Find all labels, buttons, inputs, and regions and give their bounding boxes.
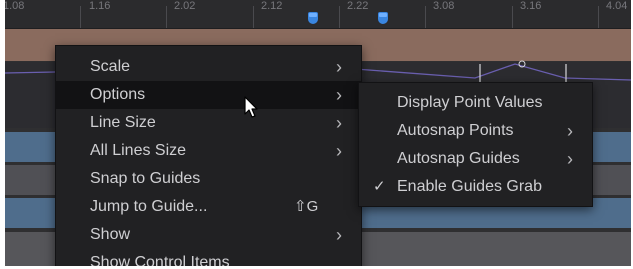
ruler-tick-label: 3.08	[433, 0, 455, 12]
menu-item-scale[interactable]: Scale ›	[56, 53, 361, 81]
ruler-tick-label: 2.12	[261, 0, 283, 12]
ruler-tick	[80, 6, 81, 28]
mouse-pointer-icon	[244, 96, 258, 118]
menu-item-label: Show Control Items	[90, 254, 230, 266]
chevron-right-icon: ›	[336, 141, 342, 161]
menu-item-label: Display Point Values	[397, 94, 543, 111]
timeline-ruler[interactable]: 1.08 1.16 2.02 2.12 2.22 3.08 3.16 4.04	[5, 0, 631, 29]
checkmark-icon: ✓	[373, 178, 386, 195]
options-submenu: Display Point Values Autosnap Points › A…	[358, 82, 593, 207]
menu-item-label: Snap to Guides	[90, 170, 201, 187]
guide-marker-icon[interactable]	[378, 12, 388, 24]
menu-item-all-lines-size[interactable]: All Lines Size ›	[56, 137, 361, 165]
ruler-tick-label: 2.02	[174, 0, 196, 12]
ruler-tick-label: 4.04	[606, 0, 628, 12]
menu-item-label: Scale	[90, 58, 131, 75]
menu-item-show[interactable]: Show ›	[56, 221, 361, 249]
chevron-right-icon: ›	[336, 225, 342, 245]
menu-item-jump-to-guide[interactable]: Jump to Guide... ⇧G	[56, 193, 361, 221]
keyboard-shortcut: ⇧G	[294, 198, 319, 215]
submenu-item-enable-guides-grab[interactable]: ✓ Enable Guides Grab	[359, 173, 592, 201]
menu-item-label: All Lines Size	[90, 142, 187, 159]
chevron-right-icon: ›	[336, 85, 342, 105]
chevron-right-icon: ›	[336, 57, 342, 77]
menu-item-line-size[interactable]: Line Size ›	[56, 109, 361, 137]
guide-marker-icon[interactable]	[308, 12, 318, 24]
submenu-item-autosnap-points[interactable]: Autosnap Points ›	[359, 117, 592, 145]
chevron-right-icon: ›	[567, 149, 573, 169]
menu-item-label: Line Size	[90, 114, 156, 131]
ruler-tick-label: 1.08	[5, 0, 25, 12]
ruler-tick	[253, 6, 254, 28]
chevron-right-icon: ›	[336, 113, 342, 133]
menu-item-label: Show	[90, 226, 131, 243]
submenu-item-display-point-values[interactable]: Display Point Values	[359, 89, 592, 117]
ruler-tick	[512, 6, 513, 28]
ruler-tick	[598, 6, 599, 28]
menu-item-options[interactable]: Options ›	[56, 81, 361, 109]
menu-item-snap-to-guides[interactable]: Snap to Guides	[56, 165, 361, 193]
menu-item-label: Jump to Guide...	[90, 198, 208, 215]
menu-item-label: Autosnap Points	[397, 122, 514, 139]
ruler-tick-label: 1.16	[89, 0, 111, 12]
ruler-tick	[425, 6, 426, 28]
ruler-tick-label: 2.22	[347, 0, 369, 12]
submenu-item-autosnap-guides[interactable]: Autosnap Guides ›	[359, 145, 592, 173]
menu-item-show-control-items[interactable]: Show Control Items	[56, 249, 361, 266]
ruler-tick	[166, 6, 167, 28]
ruler-tick-label: 3.16	[520, 0, 542, 12]
menu-item-label: Autosnap Guides	[397, 150, 520, 167]
context-menu: Scale › Options › Line Size › All Lines …	[55, 45, 362, 266]
menu-item-label: Options	[90, 86, 146, 103]
spline-editor-canvas[interactable]: 1.08 1.16 2.02 2.12 2.22 3.08 3.16 4.04 …	[5, 0, 631, 266]
ruler-tick	[339, 6, 340, 28]
chevron-right-icon: ›	[567, 121, 573, 141]
menu-item-label: Enable Guides Grab	[397, 178, 542, 195]
